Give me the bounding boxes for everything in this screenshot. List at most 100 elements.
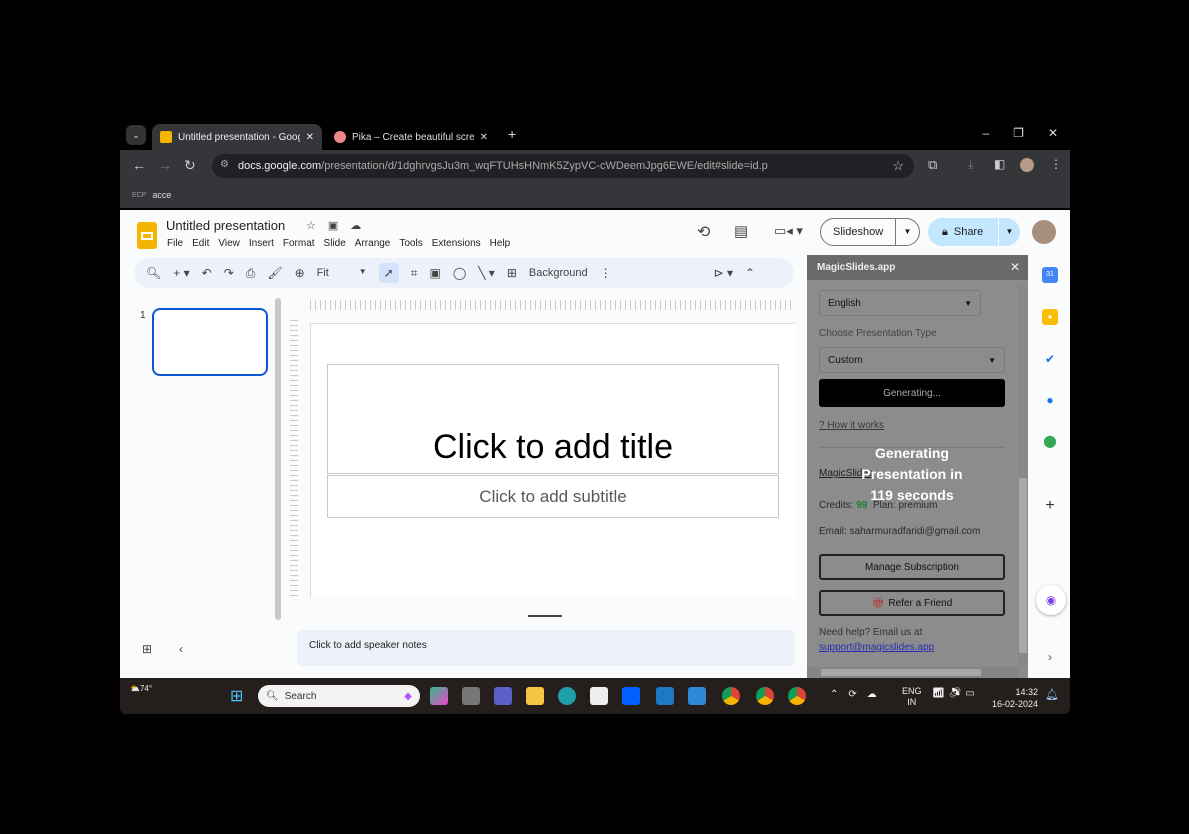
- paint-format-icon[interactable]: 🖌︎: [267, 266, 282, 280]
- grid-view-icon[interactable]: ⊞: [142, 642, 152, 656]
- add-addon-icon[interactable]: +: [1042, 498, 1058, 514]
- chrome-icon[interactable]: [722, 687, 740, 705]
- reload-icon[interactable]: ↻: [184, 157, 196, 174]
- menu-extensions[interactable]: Extensions: [432, 238, 481, 249]
- how-it-works-link[interactable]: ? How it works: [819, 420, 884, 431]
- select-tool-icon[interactable]: ➚: [378, 263, 399, 283]
- tab-pika[interactable]: Pika – Create beautiful screensh ✕: [326, 124, 496, 150]
- network-volume-battery-icons[interactable]: 📶︎🔊︎▭: [932, 688, 979, 699]
- taskbar-search[interactable]: 🔍︎ Search ◆: [258, 685, 420, 707]
- star-icon[interactable]: ☆: [306, 219, 316, 232]
- share-button[interactable]: 🔒︎ Share ▼: [928, 218, 1020, 246]
- tab-search-button[interactable]: ⌄: [126, 125, 146, 145]
- copilot-pro-icon[interactable]: [430, 687, 448, 705]
- menu-tools[interactable]: Tools: [399, 238, 422, 249]
- dropbox-icon[interactable]: [622, 687, 640, 705]
- line-icon[interactable]: ╲ ▾: [478, 266, 495, 280]
- language-indicator[interactable]: ENG IN: [902, 686, 922, 708]
- title-placeholder[interactable]: Click to add title: [327, 364, 779, 474]
- shape-icon[interactable]: ◯: [453, 266, 466, 280]
- file-explorer-icon[interactable]: [526, 687, 544, 705]
- weather-widget[interactable]: ⛅74°: [130, 684, 152, 693]
- language-select[interactable]: English ▼: [819, 290, 981, 316]
- store-icon[interactable]: [590, 687, 608, 705]
- version-history-icon[interactable]: ⟲: [697, 222, 710, 242]
- menu-arrange[interactable]: Arrange: [355, 238, 391, 249]
- edge-icon[interactable]: [558, 687, 576, 705]
- extensions-icon[interactable]: ⧉: [928, 157, 937, 173]
- new-tab-button[interactable]: +: [508, 126, 516, 142]
- doc-title[interactable]: Untitled presentation: [166, 218, 285, 233]
- extension-bot-icon[interactable]: ◉: [1036, 585, 1066, 615]
- profile-avatar[interactable]: [1020, 158, 1034, 172]
- collapse-filmstrip-icon[interactable]: ‹: [179, 642, 183, 656]
- menu-file[interactable]: File: [167, 238, 183, 249]
- share-dropdown-icon[interactable]: ▼: [998, 218, 1020, 246]
- menu-help[interactable]: Help: [490, 238, 511, 249]
- forward-icon[interactable]: →: [158, 157, 172, 173]
- refer-friend-button[interactable]: 🎁︎ Refer a Friend: [819, 590, 1005, 616]
- undo-icon[interactable]: ↶: [202, 266, 212, 280]
- chrome-profile-3-icon[interactable]: [788, 687, 806, 705]
- start-button[interactable]: ⊞: [230, 686, 243, 706]
- slideshow-button[interactable]: Slideshow ▼: [820, 218, 920, 246]
- back-icon[interactable]: ←: [132, 157, 146, 173]
- text-box-icon[interactable]: ⌗: [411, 266, 418, 281]
- close-panel-icon[interactable]: ✕: [1010, 260, 1020, 274]
- bookmark-star-icon[interactable]: ☆: [892, 158, 904, 174]
- menu-insert[interactable]: Insert: [249, 238, 274, 249]
- manage-subscription-button[interactable]: Manage Subscription: [819, 554, 1005, 580]
- clock[interactable]: 14:32 16-02-2024: [992, 686, 1038, 710]
- notification-bell-icon[interactable]: 🔔︎: [1045, 688, 1059, 701]
- maps-icon[interactable]: ⬤: [1042, 433, 1058, 449]
- task-view-icon[interactable]: [462, 687, 480, 705]
- print-icon[interactable]: ⎙: [246, 266, 256, 281]
- close-window-icon[interactable]: ✕: [1048, 126, 1058, 140]
- slide-thumbnail[interactable]: [152, 308, 268, 376]
- keep-icon[interactable]: •: [1042, 309, 1058, 325]
- move-folder-icon[interactable]: ▣: [328, 219, 338, 232]
- panel-scrollbar[interactable]: [1018, 283, 1028, 667]
- menu-icon[interactable]: ⋮: [1050, 157, 1062, 171]
- mail-icon[interactable]: [688, 687, 706, 705]
- comments-icon[interactable]: ▤: [734, 222, 748, 240]
- type-select[interactable]: Custom ▼: [819, 347, 1005, 373]
- support-email-link[interactable]: support@magicslides.app: [819, 642, 934, 653]
- search-menus-icon[interactable]: 🔍︎: [146, 266, 161, 280]
- redo-icon[interactable]: ↷: [224, 266, 234, 280]
- download-icon[interactable]: ⤓: [968, 157, 973, 172]
- notes-resize-handle[interactable]: [528, 615, 562, 617]
- collapse-icon[interactable]: ⌃: [745, 266, 755, 280]
- mysql-icon[interactable]: [656, 687, 674, 705]
- pen-icon[interactable]: ⊳ ▾: [714, 266, 733, 280]
- maximize-icon[interactable]: ❐: [1013, 126, 1024, 140]
- close-tab-icon[interactable]: ✕: [306, 132, 314, 143]
- bookmark-acce[interactable]: acce: [152, 190, 171, 200]
- background-button[interactable]: Background: [529, 267, 588, 279]
- menu-edit[interactable]: Edit: [192, 238, 209, 249]
- filmstrip-scrollbar[interactable]: [275, 298, 281, 620]
- slideshow-dropdown-icon[interactable]: ▼: [895, 219, 919, 245]
- chrome-profile-2-icon[interactable]: [756, 687, 774, 705]
- more-icon[interactable]: ⋮: [600, 266, 612, 280]
- calendar-icon[interactable]: 31: [1042, 267, 1058, 283]
- comment-add-icon[interactable]: ⊞: [507, 266, 517, 280]
- menu-format[interactable]: Format: [283, 238, 315, 249]
- address-bar[interactable]: ⚙ docs.google.com/presentation/d/1dghrvg…: [212, 154, 914, 178]
- tasks-icon[interactable]: ✔: [1042, 351, 1058, 367]
- side-panel-icon[interactable]: ◧: [994, 157, 1005, 171]
- menu-slide[interactable]: Slide: [324, 238, 346, 249]
- tray-icons[interactable]: ⌃⟳☁: [830, 689, 887, 700]
- tab-google-slides[interactable]: Untitled presentation - Google S ✕: [152, 124, 322, 150]
- new-slide-icon[interactable]: + ▾: [173, 266, 189, 280]
- image-icon[interactable]: ▣: [429, 266, 440, 280]
- menu-view[interactable]: View: [218, 238, 240, 249]
- minimize-icon[interactable]: –: [982, 126, 989, 140]
- zoom-select[interactable]: Fit ▼: [317, 267, 367, 279]
- slide-canvas[interactable]: Click to add title Click to add subtitle: [310, 323, 795, 598]
- site-info-icon[interactable]: ⚙: [220, 159, 229, 170]
- teams-icon[interactable]: [494, 687, 512, 705]
- zoom-icon[interactable]: ⊕: [295, 266, 305, 280]
- account-avatar[interactable]: [1032, 220, 1056, 244]
- speaker-notes[interactable]: Click to add speaker notes: [297, 630, 795, 666]
